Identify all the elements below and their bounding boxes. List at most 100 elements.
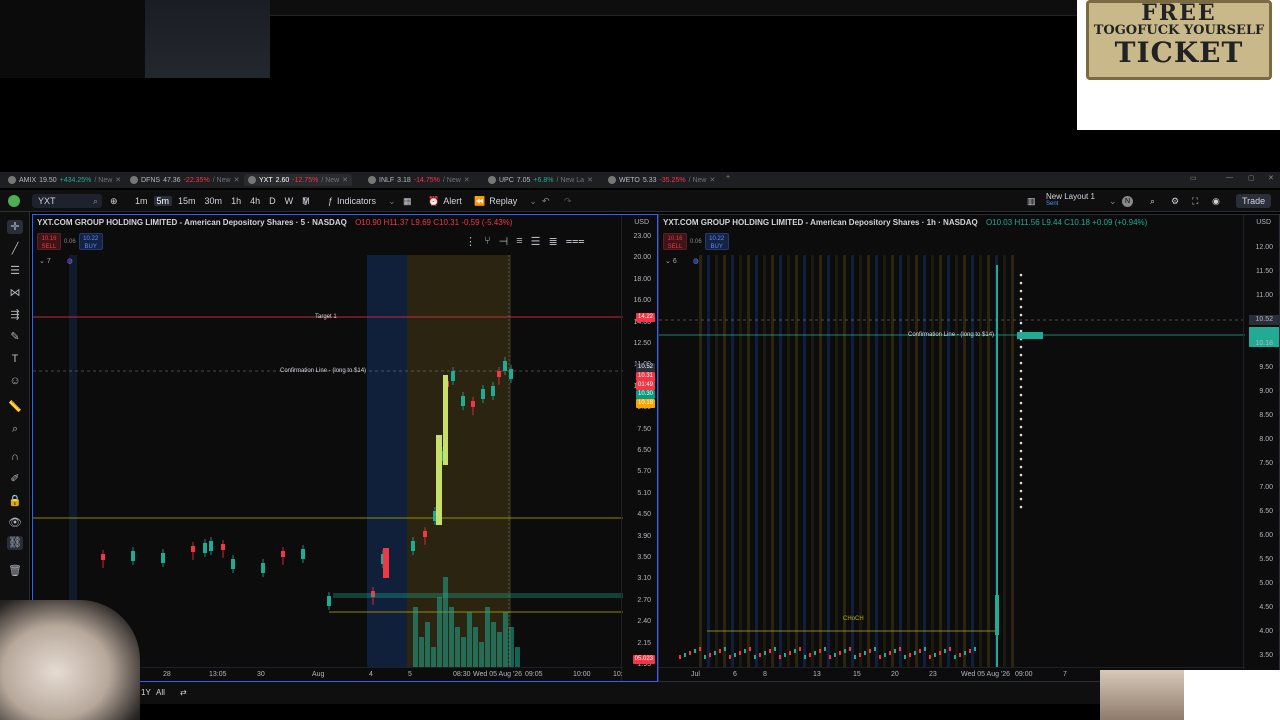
quick-search-icon[interactable]: ⌕	[1150, 194, 1155, 208]
trash-icon[interactable]: 🗑	[7, 564, 23, 578]
profile-avatar[interactable]	[8, 194, 20, 208]
volume-bar	[437, 597, 442, 667]
fork-icon[interactable]: ⑂	[484, 235, 491, 248]
session-band	[739, 255, 742, 667]
link-icon[interactable]: ⛓	[7, 536, 23, 550]
bar-style-icon[interactable]: ⫿	[304, 194, 307, 208]
timeframe-4h[interactable]: 4h	[247, 196, 263, 206]
zoom-icon[interactable]: ⌕	[7, 422, 23, 436]
new-tab-icon[interactable]: +	[726, 174, 730, 181]
emoji-icon[interactable]: ☺	[7, 374, 23, 388]
close-tab-icon[interactable]: ✕	[709, 176, 715, 184]
timeframe-d[interactable]: D	[266, 196, 279, 206]
browser-tab-weto[interactable]: WETO 5.33 -35.25% / New ✕	[604, 174, 719, 186]
indicator-toggle[interactable]: ⌄ 6 ◍	[665, 257, 699, 265]
date-range-icon[interactable]: ⇄	[180, 688, 187, 697]
window-menu-icon[interactable]: ▭	[1190, 174, 1197, 182]
fullscreen-icon[interactable]: ⛶	[1192, 194, 1198, 208]
trendline-icon[interactable]: ╱	[7, 242, 23, 256]
fib-icon[interactable]: ☰	[7, 264, 23, 278]
distribute-icon[interactable]: ☰	[531, 235, 541, 248]
chart-canvas-5m[interactable]	[33, 215, 658, 682]
list-icon[interactable]: ≣	[549, 235, 558, 248]
candle-body	[954, 655, 956, 659]
drag-handle-icon[interactable]: ⋮	[465, 235, 476, 248]
timeframe-15m[interactable]: 15m	[175, 196, 199, 206]
session-band	[963, 255, 966, 667]
close-tab-icon[interactable]: ✕	[464, 176, 470, 184]
align-icon[interactable]: ≡	[516, 235, 522, 248]
sell-button[interactable]: 10.16 SELL	[37, 233, 61, 250]
redo-icon[interactable]: ↷	[564, 194, 572, 208]
candle-body	[879, 655, 881, 659]
layout-icon[interactable]: ▥	[1027, 194, 1036, 208]
line-icon[interactable]: ⊣	[499, 235, 509, 248]
close-tab-icon[interactable]: ✕	[342, 176, 348, 184]
candle-body	[784, 653, 786, 657]
lock-icon[interactable]: 🔒	[7, 494, 23, 508]
text-icon[interactable]: T	[7, 352, 23, 366]
pencil-lock-icon[interactable]: ✐	[7, 472, 23, 486]
chart-canvas-1h[interactable]	[659, 215, 1280, 682]
undo-icon[interactable]: ↶	[542, 194, 550, 208]
crosshair-icon[interactable]: ✛	[7, 220, 23, 234]
close-tab-icon[interactable]: ✕	[115, 176, 121, 184]
sell-label: SELL	[667, 244, 683, 250]
time-tick: 09:00	[1015, 671, 1033, 678]
forecast-icon[interactable]: ⇶	[7, 308, 23, 322]
add-symbol-button[interactable]: ⊕	[110, 194, 118, 208]
sell-button[interactable]: 10.16 SELL	[663, 233, 687, 250]
maximize-icon[interactable]: ▢	[1248, 174, 1255, 182]
indicator-toggle[interactable]: ⌄ 7 ◍	[39, 257, 73, 265]
chart-title: YXT.COM GROUP HOLDING LIMITED - American…	[37, 218, 512, 227]
close-icon[interactable]: ✕	[1268, 174, 1274, 182]
layout-name-button[interactable]: New Layout 1 Sent	[1046, 192, 1095, 210]
timeframe-5m[interactable]: 5m	[153, 196, 173, 206]
tab-symbol: AMIX	[19, 176, 37, 184]
close-tab-icon[interactable]: ✕	[587, 176, 593, 184]
buy-button[interactable]: 10.22 BUY	[704, 233, 729, 250]
replay-button[interactable]: ⏪ Replay ⌄	[474, 194, 537, 208]
session-band	[907, 255, 910, 667]
candle-body	[809, 653, 811, 657]
indicators-button[interactable]: ƒ Indicators ⌄	[328, 194, 396, 208]
eye-icon[interactable]: 👁	[7, 516, 23, 530]
browser-tab-inlf[interactable]: INLF 3.18 -14.75% / New ✕	[364, 174, 474, 186]
alert-button[interactable]: ⏰ Alert	[428, 194, 462, 208]
candle-body	[894, 649, 896, 653]
chart-pane-5m[interactable]: YXT.COM GROUP HOLDING LIMITED - American…	[32, 214, 658, 682]
browser-tab-amix[interactable]: AMIX 19.50 +434.25% / New ✕	[4, 174, 125, 186]
timeframe-1h[interactable]: 1h	[228, 196, 244, 206]
templates-icon[interactable]: ▦	[403, 194, 412, 208]
timeframe-w[interactable]: W	[282, 196, 297, 206]
settings-icon[interactable]: ⚙	[1171, 194, 1179, 208]
magnet-icon[interactable]: ∩	[7, 450, 23, 464]
tab-change: +6.8%	[533, 176, 554, 184]
price-tag-shape	[1017, 332, 1043, 339]
overlay-bar	[270, 0, 1078, 16]
candle-body	[869, 649, 871, 653]
browser-tab-dfns[interactable]: DFNS 47.36 -22.35% / New ✕	[126, 174, 243, 186]
browser-tab-yxt[interactable]: YXT 2.60 -12.75% / New ✕	[244, 174, 353, 186]
ruler-icon[interactable]: 📏	[7, 400, 23, 414]
candle-body	[729, 655, 731, 659]
brush-icon[interactable]: ✎	[7, 330, 23, 344]
browser-tab-upc[interactable]: UPC 7.05 +6.8% / New La ✕	[484, 174, 597, 186]
camera-icon[interactable]: ◉	[1212, 194, 1220, 208]
price-axis[interactable]: 12.00 11.50 11.00 10.52 10.18 9.50 9.00 8.50 8.0…	[1243, 215, 1279, 681]
trade-button[interactable]: Trade	[1236, 194, 1272, 208]
close-tab-icon[interactable]: ✕	[234, 176, 240, 184]
buy-button[interactable]: 10.22 BUY	[78, 233, 103, 250]
pattern-icon[interactable]: ⋈	[7, 286, 23, 300]
chart-pane-1h[interactable]: YXT.COM GROUP HOLDING LIMITED - American…	[658, 214, 1280, 682]
range-1y[interactable]: 1Y	[141, 688, 151, 697]
minimize-icon[interactable]: —	[1226, 174, 1233, 181]
more-icon[interactable]: ⩶	[566, 235, 585, 248]
timeframe-30m[interactable]: 30m	[202, 196, 226, 206]
dot-marker	[1019, 377, 1023, 381]
range-all[interactable]: All	[156, 688, 165, 697]
symbol-search[interactable]: YXT ⌕	[32, 194, 102, 208]
chevron-down-icon[interactable]: ⌄	[1109, 194, 1117, 208]
price-axis[interactable]: 23.0020.0018.0016.0014.0012.5011.0010.00…	[621, 215, 657, 681]
timeframe-1m[interactable]: 1m	[132, 196, 151, 206]
